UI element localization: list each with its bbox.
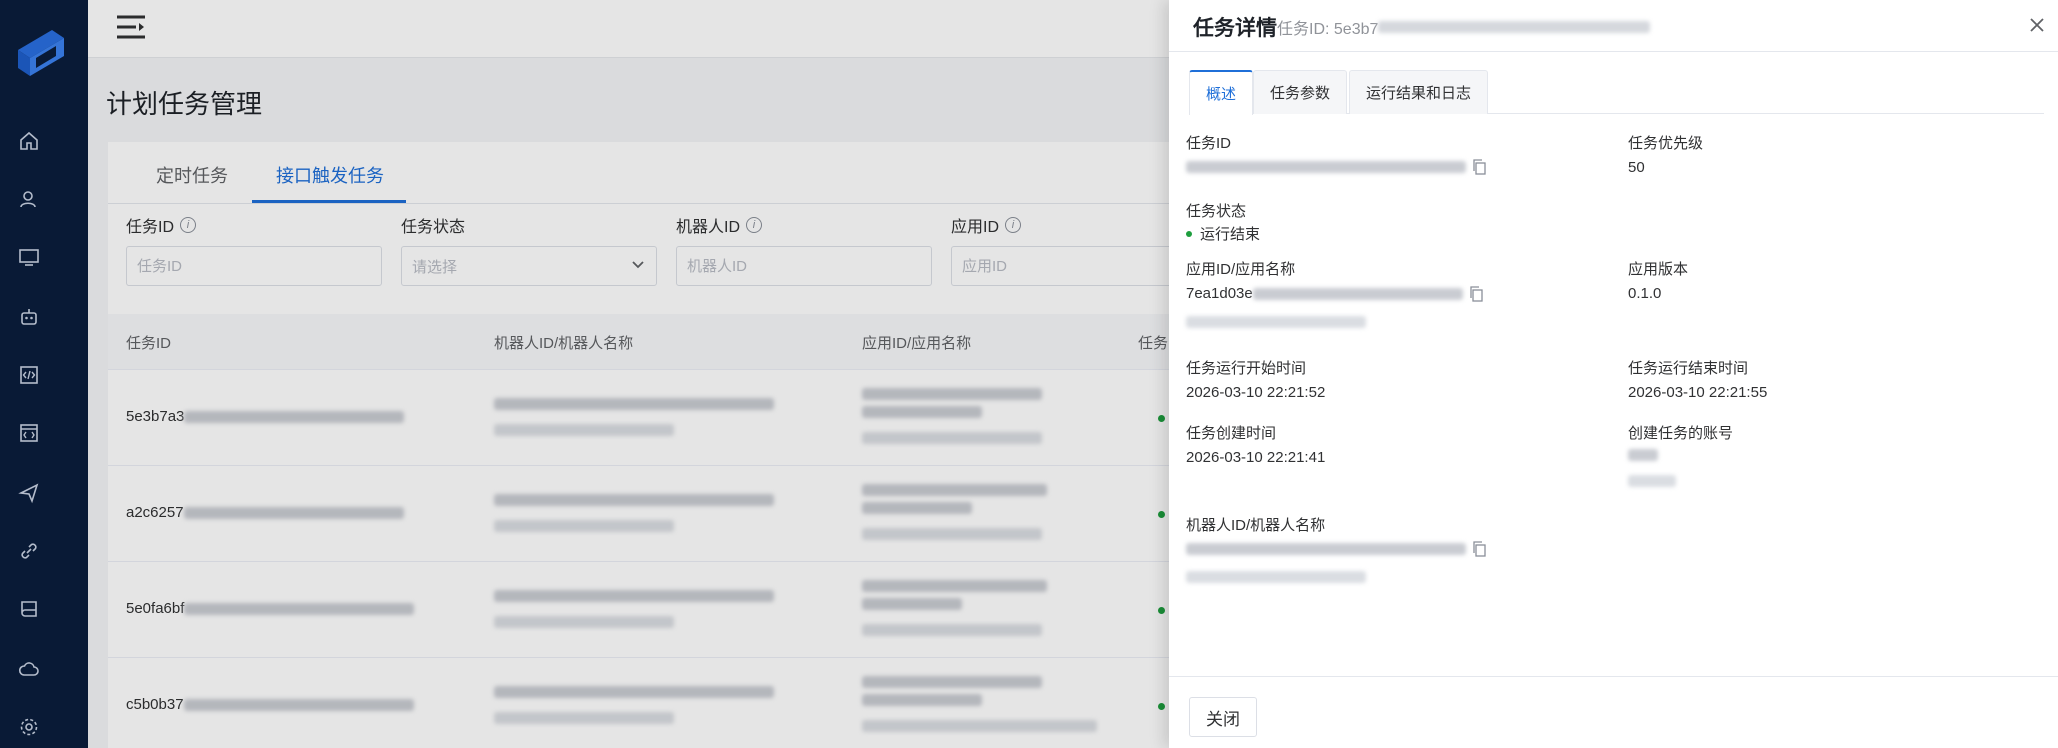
drawer-footer: 关闭: [1169, 676, 2058, 748]
field-app-version: 应用版本 0.1.0: [1628, 258, 1688, 302]
field-robot: 机器人ID/机器人名称: [1186, 514, 1486, 583]
field-label: 任务状态: [1186, 203, 1247, 220]
field-task-status: 任务状态 运行结束: [1186, 200, 1260, 244]
start-time-value: 2026-03-10 22:21:52: [1186, 384, 1326, 401]
field-label: 创建任务的账号: [1628, 425, 1734, 442]
copy-icon[interactable]: [1469, 285, 1483, 302]
end-time-value: 2026-03-10 22:21:55: [1628, 384, 1768, 401]
field-label: 任务ID: [1186, 135, 1232, 152]
field-app: 应用ID/应用名称 7ea1d03e: [1186, 258, 1483, 328]
field-start-time: 任务运行开始时间 2026-03-10 22:21:52: [1186, 357, 1325, 401]
redacted-text: [1252, 287, 1463, 300]
close-icon[interactable]: [2026, 14, 2048, 36]
field-priority: 任务优先级 50: [1628, 132, 1703, 176]
drawer-header: 任务详情 任务ID: 5e3b7: [1169, 0, 2058, 52]
status-text: 运行结束: [1200, 226, 1261, 243]
redacted-text: [1186, 161, 1466, 173]
field-label: 任务运行结束时间: [1628, 360, 1749, 377]
task-id-label: 任务ID: 5e3b7: [1277, 21, 1379, 38]
redacted-text: [1378, 21, 1651, 33]
create-time-value: 2026-03-10 22:21:41: [1186, 449, 1326, 466]
tab-overview[interactable]: 概述: [1189, 70, 1254, 115]
redacted-text: [1186, 543, 1466, 555]
app-id-value: 7ea1d03e: [1186, 285, 1253, 302]
redacted-text: [1186, 316, 1366, 328]
close-button[interactable]: 关闭: [1189, 697, 1257, 737]
drawer-subtitle: 任务ID: 5e3b7: [1277, 15, 1651, 39]
drawer-tabs: 概述 任务参数 运行结果和日志: [1189, 70, 2044, 115]
tab-task-params[interactable]: 任务参数: [1253, 70, 1348, 114]
field-label: 任务创建时间: [1186, 425, 1277, 442]
redacted-text: [1186, 571, 1366, 583]
field-label: 任务优先级: [1628, 135, 1704, 152]
tab-run-results-logs[interactable]: 运行结果和日志: [1349, 70, 1489, 114]
field-creator: 创建任务的账号: [1628, 422, 1733, 487]
status-dot: [1186, 230, 1192, 237]
field-end-time: 任务运行结束时间 2026-03-10 22:21:55: [1628, 357, 1767, 401]
field-label: 任务运行开始时间: [1186, 360, 1307, 377]
field-create-time: 任务创建时间 2026-03-10 22:21:41: [1186, 422, 1325, 466]
app-version-value: 0.1.0: [1628, 285, 1662, 302]
task-detail-drawer: 任务详情 任务ID: 5e3b7 概述 任务参数 运行结果和日志 任务ID 任务…: [1169, 0, 2058, 748]
redacted-text: [1628, 449, 1658, 461]
drawer-title: 任务详情: [1193, 17, 1277, 40]
priority-value: 50: [1628, 159, 1645, 176]
redacted-text: [1628, 475, 1676, 487]
field-label: 应用版本: [1628, 261, 1689, 278]
field-label: 机器人ID/机器人名称: [1186, 517, 1326, 534]
field-label: 应用ID/应用名称: [1186, 261, 1296, 278]
copy-icon[interactable]: [1472, 541, 1486, 557]
copy-icon[interactable]: [1472, 159, 1486, 175]
field-task-id: 任务ID: [1186, 132, 1486, 175]
